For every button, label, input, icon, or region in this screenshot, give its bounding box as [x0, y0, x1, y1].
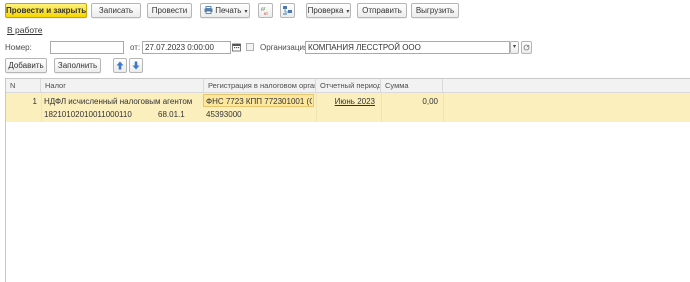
column-divider [443, 93, 444, 122]
move-up-button[interactable] [113, 58, 127, 73]
taxes-table: N Налог Регистрация в налоговом органе О… [5, 78, 690, 282]
column-header-registration[interactable]: Регистрация в налоговом органе [204, 79, 316, 93]
check-label: Проверка [307, 6, 344, 15]
history-icon[interactable] [246, 43, 254, 51]
dt-kt-button[interactable]: дт кт [258, 3, 273, 18]
organization-open-button[interactable] [521, 41, 532, 54]
calendar-icon [232, 43, 241, 52]
open-link-icon [523, 44, 530, 51]
column-header-n[interactable]: N [6, 79, 41, 93]
row-number: 1 [32, 97, 37, 106]
organization-field[interactable]: КОМПАНИЯ ЛЕССТРОЙ ООО [305, 41, 510, 54]
kbk-code: 18210102010011000110 [44, 110, 132, 119]
date-label: от: [130, 43, 141, 52]
print-button[interactable]: Печать ▾ [200, 3, 250, 18]
fill-button[interactable]: Заполнить [54, 58, 101, 73]
organization-label: Организация: [260, 43, 311, 52]
chevron-down-icon: ▾ [244, 9, 248, 15]
date-field[interactable]: 27.07.2023 0:00:00 [142, 41, 231, 54]
sum-value: 0,00 [422, 97, 438, 106]
account-code: 68.01.1 [158, 110, 185, 119]
move-down-button[interactable] [129, 58, 143, 73]
post-and-close-button[interactable]: Провести и закрыть [5, 3, 87, 18]
in-work-link[interactable]: В работе [7, 25, 42, 35]
print-label: Печать [215, 6, 242, 15]
table-row[interactable]: 1 НДФЛ исчисленный налоговым агентом 182… [6, 93, 690, 122]
tax-name: НДФЛ исчисленный налоговым агентом [44, 97, 193, 106]
structure-icon [283, 6, 292, 15]
export-button[interactable]: Выгрузить [411, 3, 459, 18]
oktmo-code: 45393000 [206, 110, 242, 119]
check-button[interactable]: Проверка ▾ [306, 3, 351, 18]
send-button[interactable]: Отправить [357, 3, 407, 18]
reporting-period[interactable]: Июнь 2023 [319, 97, 375, 106]
column-divider [381, 93, 382, 122]
column-divider [41, 93, 42, 122]
svg-text:кт: кт [264, 11, 268, 16]
column-divider [316, 93, 317, 122]
column-header-sum[interactable]: Сумма [381, 79, 443, 93]
table-header: N Налог Регистрация в налоговом органе О… [6, 79, 690, 93]
arrow-down-icon [132, 61, 140, 70]
organization-dropdown-button[interactable]: ▾ [510, 41, 519, 54]
number-field[interactable] [50, 41, 124, 54]
add-button[interactable]: Добавить [5, 58, 47, 73]
dt-kt-icon: дт кт [261, 6, 268, 16]
structure-button[interactable] [280, 3, 295, 18]
column-header-period[interactable]: Отчетный период [316, 79, 381, 93]
registration-value: ФНС 7723 КПП 772301001 (Об... [206, 97, 312, 106]
number-label: Номер: [5, 43, 32, 52]
printer-icon [204, 6, 213, 14]
arrow-up-icon [116, 61, 124, 70]
post-button[interactable]: Провести [147, 3, 192, 18]
column-header-tax[interactable]: Налог [41, 79, 204, 93]
calendar-button[interactable] [231, 41, 242, 54]
save-button[interactable]: Записать [91, 3, 141, 18]
chevron-down-icon: ▾ [346, 9, 350, 15]
